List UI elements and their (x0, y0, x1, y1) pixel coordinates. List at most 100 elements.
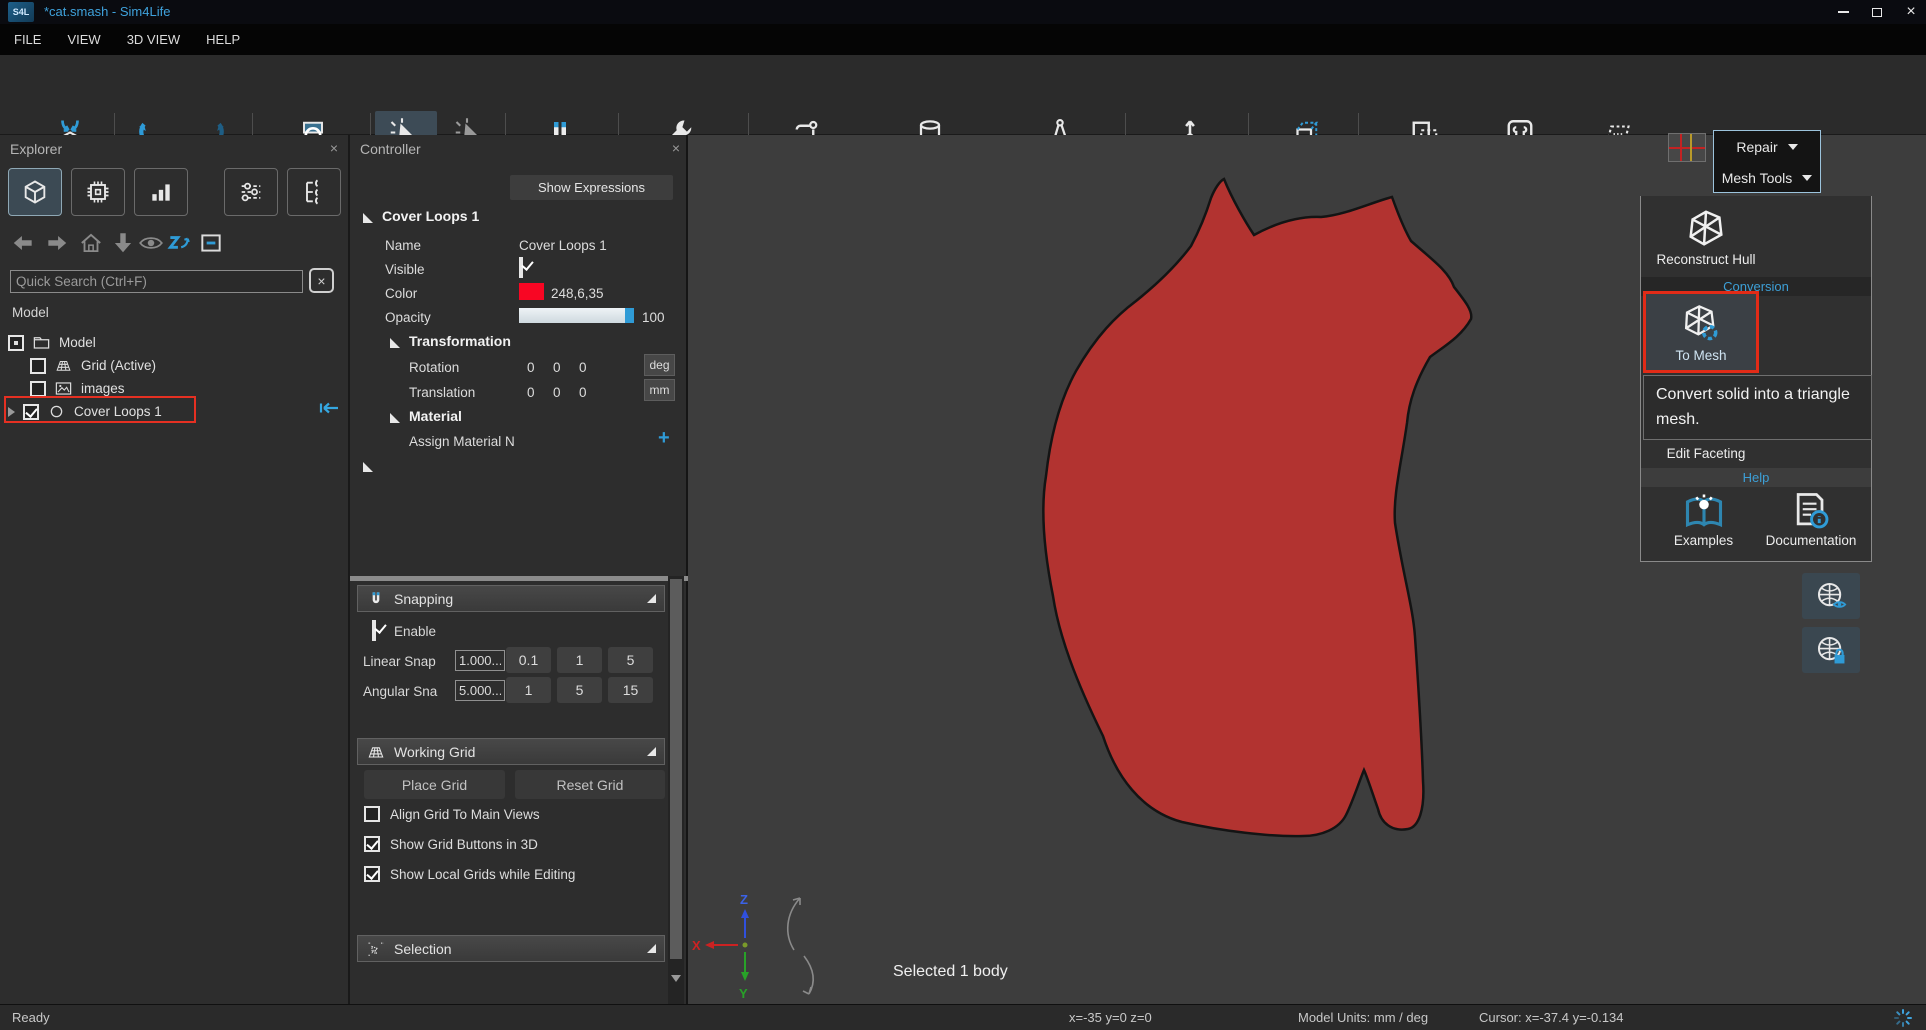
angular-preset-1[interactable]: 1 (506, 677, 551, 703)
angular-snap-input[interactable] (455, 680, 505, 701)
linear-preset-0.1[interactable]: 0.1 (506, 647, 551, 673)
linear-preset-5[interactable]: 5 (608, 647, 653, 673)
material-group-title[interactable]: Material (409, 406, 462, 426)
clear-search-button[interactable]: × (309, 268, 334, 293)
collapse-all-icon[interactable] (198, 230, 224, 256)
checkbox-checked[interactable] (364, 836, 380, 852)
translation-y-value[interactable]: 0 (553, 382, 561, 402)
selection-section-header[interactable]: Selection (357, 935, 665, 962)
visible-label: Visible (385, 259, 425, 279)
menu-file[interactable]: FILE (14, 32, 41, 47)
documentation-icon (1789, 489, 1833, 533)
tab-model[interactable] (8, 168, 62, 216)
examples-button[interactable]: Examples (1656, 489, 1751, 548)
rotation-z-value[interactable]: 0 (579, 357, 587, 377)
controller-close-icon[interactable]: × (668, 140, 684, 156)
documentation-button[interactable]: Documentation (1756, 489, 1866, 548)
color-swatch[interactable] (519, 283, 544, 300)
explorer-close-icon[interactable]: × (326, 140, 342, 156)
menu-3d-view[interactable]: 3D VIEW (127, 32, 180, 47)
forward-arrow-icon[interactable] (44, 230, 70, 256)
down-arrow-icon[interactable] (110, 230, 136, 256)
angular-preset-5[interactable]: 5 (557, 677, 602, 703)
scroll-to-item-icon[interactable] (318, 401, 340, 415)
snapping-section-header[interactable]: Snapping (357, 585, 665, 612)
grid-lock-button[interactable] (1802, 627, 1860, 673)
color-value[interactable]: 248,6,35 (551, 283, 604, 303)
transformation-group-title[interactable]: Transformation (409, 331, 511, 351)
tab-analysis[interactable] (134, 168, 188, 216)
mesh-tools-dropdown[interactable]: Mesh Tools (1714, 162, 1820, 193)
rotation-unit[interactable]: deg (644, 354, 675, 376)
opacity-slider[interactable] (519, 308, 634, 323)
z-order-icon[interactable] (166, 230, 192, 256)
panel-splitter[interactable] (350, 576, 688, 581)
angular-preset-15[interactable]: 15 (608, 677, 653, 703)
checkbox-empty[interactable] (30, 358, 46, 374)
align-grid-checkbox-row[interactable]: Align Grid To Main Views (364, 806, 540, 822)
opacity-value[interactable]: 100 (642, 307, 665, 327)
property-group-title[interactable]: Cover Loops 1 (382, 206, 479, 226)
scrollbar-down-arrow[interactable] (671, 975, 681, 982)
name-label: Name (385, 235, 421, 255)
status-bar: Ready x=-35 y=0 z=0 Model Units: mm / de… (0, 1004, 1926, 1030)
name-value[interactable]: Cover Loops 1 (519, 235, 607, 255)
show-local-grids-checkbox-row[interactable]: Show Local Grids while Editing (364, 866, 575, 882)
enable-label: Enable (394, 624, 436, 639)
visibility-eye-icon[interactable] (138, 230, 164, 256)
collapse-icon[interactable] (647, 594, 656, 603)
checkbox-partial[interactable] (8, 335, 24, 351)
translation-unit[interactable]: mm (644, 379, 675, 401)
quick-search-input[interactable] (10, 270, 303, 293)
reconstruct-hull-button[interactable]: Reconstruct Hull (1651, 206, 1761, 267)
maximize-icon (1872, 8, 1882, 17)
back-arrow-icon[interactable] (10, 230, 36, 256)
maximize-button[interactable] (1862, 0, 1892, 24)
collapse-icon[interactable] (647, 747, 656, 756)
snapping-enable-checkbox[interactable] (372, 620, 376, 641)
linear-snap-input[interactable] (455, 650, 505, 671)
place-grid-button[interactable]: Place Grid (364, 770, 505, 799)
mesh-icon (1683, 206, 1729, 252)
view-orientation-widget[interactable] (1668, 133, 1706, 162)
minimize-button[interactable] (1828, 0, 1858, 24)
tree-row-model[interactable]: Model (8, 332, 96, 353)
checkbox-empty[interactable] (30, 381, 46, 397)
cat-model-shape[interactable] (1040, 175, 1485, 845)
add-material-button[interactable]: + (658, 428, 670, 448)
mesh-tools-flyout: Reconstruct Hull Conversion To Mesh Conv… (1640, 196, 1872, 562)
expander-icon[interactable] (363, 457, 373, 477)
expander-icon[interactable] (390, 333, 400, 353)
grid-visibility-button[interactable] (1802, 573, 1860, 619)
menu-help[interactable]: HELP (206, 32, 240, 47)
expander-icon[interactable] (390, 408, 400, 428)
tree-label: images (81, 381, 125, 396)
reset-grid-button[interactable]: Reset Grid (515, 770, 665, 799)
translation-z-value[interactable]: 0 (579, 382, 587, 402)
home-icon[interactable] (78, 230, 104, 256)
close-button[interactable]: × (1896, 0, 1926, 24)
scrollbar-thumb[interactable] (670, 579, 682, 959)
visible-checkbox[interactable] (519, 257, 523, 278)
tree-row-grid[interactable]: Grid (Active) (30, 355, 156, 376)
linear-preset-1[interactable]: 1 (557, 647, 602, 673)
expander-icon[interactable] (363, 208, 373, 228)
show-expressions-button[interactable]: Show Expressions (510, 175, 673, 200)
menu-view[interactable]: VIEW (67, 32, 100, 47)
opacity-slider-handle[interactable] (625, 308, 634, 323)
tab-options[interactable] (224, 168, 278, 216)
translation-x-value[interactable]: 0 (527, 382, 535, 402)
collapse-icon[interactable] (647, 944, 656, 953)
rotation-x-value[interactable]: 0 (527, 357, 535, 377)
show-grid-buttons-checkbox-row[interactable]: Show Grid Buttons in 3D (364, 836, 538, 852)
scrollbar-track[interactable] (668, 576, 684, 1004)
checkbox-empty[interactable] (364, 806, 380, 822)
window-title: *cat.smash - Sim4Life (44, 4, 170, 19)
tab-simulation[interactable] (71, 168, 125, 216)
working-grid-section-header[interactable]: Working Grid (357, 738, 665, 765)
rotation-y-value[interactable]: 0 (553, 357, 561, 377)
edit-faceting-button[interactable]: Edit Faceting (1641, 446, 1771, 461)
checkbox-checked[interactable] (364, 866, 380, 882)
repair-dropdown[interactable]: Repair (1714, 131, 1820, 162)
tab-hierarchy[interactable] (287, 168, 341, 216)
